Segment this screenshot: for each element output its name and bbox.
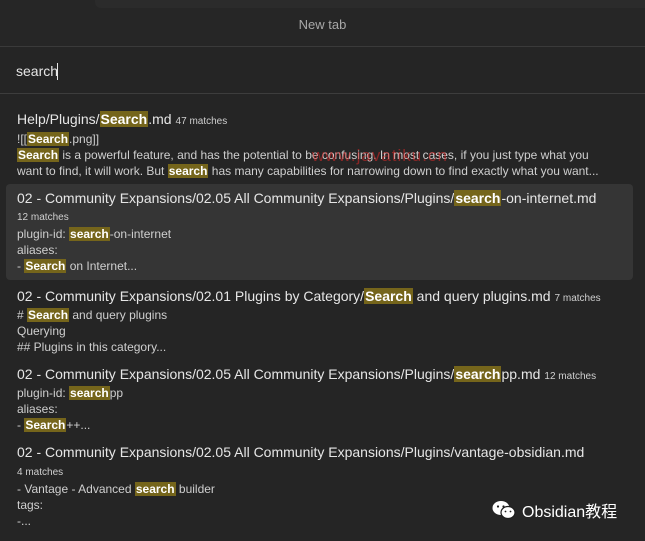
match-highlight: Search [24,418,67,432]
tab-strip [95,0,645,8]
result-snippet-line: - Search++... [17,418,90,432]
watermark-brand: Obsidian教程 [522,504,618,521]
text-segment: 02 - Community Expansions/02.05 All Comm… [17,366,455,382]
text-segment: Querying [17,324,66,338]
result-title: 02 - Community Expansions/02.05 All Comm… [17,190,596,206]
text-segment: builder [175,482,215,496]
result-snippet-line: tags: [17,498,43,512]
text-segment: and query plugins.md [412,288,551,304]
match-highlight: Search [24,259,67,273]
text-segment: ![[ [17,132,28,146]
result-snippet-line: aliases: [17,243,58,257]
result-snippet-line: -... [17,514,31,528]
result-snippet-line: plugin-id: search-on-internet [17,227,171,241]
match-highlight: Search [17,148,60,162]
text-segment: Help/Plugins/ [17,111,100,127]
text-segment: ## Plugins in this category... [17,340,167,354]
result-snippet-line: ![[Search.png]] [17,132,99,146]
match-highlight: search [454,366,502,382]
text-segment: tags: [17,498,44,512]
text-segment: .png]] [69,132,100,146]
match-highlight: search [454,190,502,206]
result-snippet-line: ## Plugins in this category... [17,340,166,354]
result-title: 02 - Community Expansions/02.01 Plugins … [17,288,601,304]
text-segment: on Internet... [66,259,138,273]
wechat-badge: Obsidian教程 [492,498,617,522]
result-snippet-line: # Search and query plugins [17,308,167,322]
text-segment: and query plugins [69,308,168,322]
search-row [0,47,645,94]
result-snippet-line: Querying [17,324,66,338]
match-highlight: search [134,482,176,496]
result-match-count: 47 matches [175,116,228,127]
text-segment: pp.md [501,366,541,382]
text-caret [57,63,58,80]
text-segment: # [17,308,28,322]
result-match-count: 7 matches [554,293,601,304]
search-modal: Help/Plugins/Search.md47 matches ![[Sear… [0,46,645,541]
match-highlight: Search [27,308,70,322]
tab-title: New tab [298,17,347,32]
text-segment: pp [109,386,124,400]
text-segment: has many capabilities for narrowing down… [208,164,599,178]
text-segment: 02 - Community Expansions/02.05 All Comm… [17,190,455,206]
text-segment: - Vantage - Advanced [17,482,135,496]
result-item[interactable]: 02 - Community Expansions/02.05 All Comm… [6,184,633,280]
text-segment: plugin-id: [17,227,70,241]
text-segment: aliases: [17,243,58,257]
text-segment: -on-internet [109,227,172,241]
result-match-count: 12 matches [17,212,69,223]
result-snippet-line: aliases: [17,402,58,416]
result-match-count: 4 matches [17,467,64,478]
text-segment: plugin-id: [17,386,70,400]
match-highlight: Search [364,288,413,304]
match-highlight: Search [27,132,70,146]
text-segment: -on-internet.md [501,190,597,206]
wechat-icon [492,501,516,520]
result-item[interactable]: 02 - Community Expansions/02.01 Plugins … [6,284,633,358]
match-highlight: search [69,227,110,241]
text-segment: -... [17,514,31,528]
result-snippet-line: - Vantage - Advanced search builder [17,482,215,496]
result-title: 02 - Community Expansions/02.05 All Comm… [17,444,584,460]
result-snippet-line: Search is a powerful feature, and has th… [17,148,589,162]
search-input[interactable] [16,59,626,83]
result-item[interactable]: 02 - Community Expansions/02.05 All Comm… [6,362,633,436]
text-segment: is a powerful feature, and has the poten… [59,148,589,162]
result-title: 02 - Community Expansions/02.05 All Comm… [17,366,596,382]
result-snippet-line: want to find, it will work. But search h… [17,164,599,178]
text-segment: aliases: [17,402,58,416]
workspace-tab-header: New tab [0,0,645,46]
text-segment: want to find, it will work. But [17,164,168,178]
result-snippet-line: plugin-id: searchpp [17,386,123,400]
text-segment: ++... [66,418,91,432]
text-segment: .md [148,111,172,127]
text-segment: 02 - Community Expansions/02.05 All Comm… [17,444,585,460]
result-title: Help/Plugins/Search.md 47 matches [17,111,227,127]
match-highlight: Search [99,111,149,127]
text-segment: 02 - Community Expansions/02.01 Plugins … [17,288,365,304]
match-highlight: search [69,386,110,400]
match-highlight: search [167,164,209,178]
result-snippet-line: - Search on Internet... [17,259,137,273]
result-match-count: 12 matches [544,371,597,382]
result-item[interactable]: Help/Plugins/Search.md 47 matches ![[Sear… [6,106,633,182]
